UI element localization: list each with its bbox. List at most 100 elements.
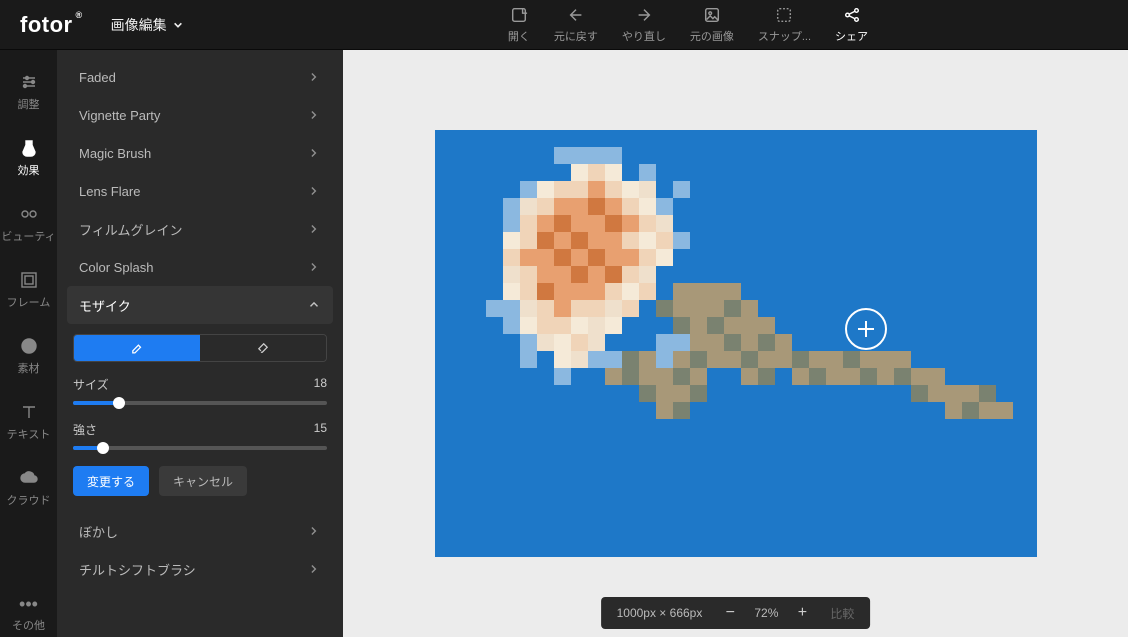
mosaic-block: [707, 317, 724, 334]
mosaic-block: [571, 164, 588, 181]
toolbar-open-button[interactable]: 開く: [508, 6, 530, 44]
mosaic-block: [605, 181, 622, 198]
rail-effects[interactable]: 効果: [0, 134, 57, 182]
compare-button[interactable]: 比較: [830, 605, 854, 622]
mosaic-block: [571, 249, 588, 266]
brush-icon: [130, 341, 144, 355]
mosaic-block: [724, 334, 741, 351]
frame-icon: [19, 270, 39, 290]
effect-row-3[interactable]: Lens Flare: [67, 172, 333, 210]
mosaic-block: [503, 249, 520, 266]
rail-adjust[interactable]: 調整: [0, 68, 57, 116]
toolbar-redo-button[interactable]: やり直し: [622, 6, 666, 44]
effect-row-6[interactable]: モザイク: [67, 286, 333, 324]
mosaic-block: [690, 300, 707, 317]
chevron-down-icon: [173, 20, 183, 30]
sticker-icon: [19, 336, 39, 356]
mosaic-block: [962, 385, 979, 402]
effect-row-4[interactable]: フィルムグレイン: [67, 210, 333, 248]
rail-text[interactable]: テキスト: [0, 398, 57, 446]
mosaic-block: [707, 334, 724, 351]
mosaic-block: [945, 385, 962, 402]
cloud-icon: [19, 468, 39, 488]
zoom-out-button[interactable]: −: [722, 604, 738, 622]
mosaic-block: [996, 402, 1013, 419]
cancel-button[interactable]: キャンセル: [159, 466, 247, 496]
mosaic-block: [911, 368, 928, 385]
effect-row-1[interactable]: Vignette Party: [67, 96, 333, 134]
mosaic-block: [639, 232, 656, 249]
toolbar-share-button[interactable]: シェア: [835, 6, 868, 44]
brush-erase-toggle[interactable]: [73, 334, 327, 362]
mosaic-block: [520, 232, 537, 249]
apply-button[interactable]: 変更する: [73, 466, 149, 496]
mosaic-block: [554, 266, 571, 283]
mosaic-block: [707, 351, 724, 368]
effect-row-8[interactable]: チルトシフトブラシ: [67, 550, 333, 588]
mosaic-block: [724, 317, 741, 334]
effect-row-2[interactable]: Magic Brush: [67, 134, 333, 172]
mosaic-block: [571, 351, 588, 368]
mosaic-block: [503, 283, 520, 300]
mosaic-block: [571, 317, 588, 334]
mosaic-block: [639, 368, 656, 385]
image-canvas[interactable]: [435, 130, 1037, 557]
original-icon: [703, 6, 721, 24]
toolbar-snap-button[interactable]: スナップ...: [758, 6, 811, 44]
mosaic-block: [520, 334, 537, 351]
mosaic-block: [860, 351, 877, 368]
mosaic-block: [503, 215, 520, 232]
mosaic-block: [520, 198, 537, 215]
canvas-area[interactable]: 1000px × 666px − 72% + 比較: [343, 50, 1128, 637]
eraser-icon: [256, 341, 270, 355]
effect-row-0[interactable]: Faded: [67, 58, 333, 96]
size-slider[interactable]: [73, 401, 327, 405]
mosaic-block: [656, 215, 673, 232]
rail-cloud[interactable]: クラウド: [0, 464, 57, 512]
mosaic-block: [673, 368, 690, 385]
mosaic-block: [554, 334, 571, 351]
image-dimensions: 1000px × 666px: [617, 606, 703, 620]
mosaic-block: [588, 300, 605, 317]
mosaic-block: [554, 232, 571, 249]
mosaic-block: [622, 300, 639, 317]
mosaic-block: [537, 215, 554, 232]
chevron-right-icon: [307, 562, 321, 576]
rail-beauty[interactable]: ビューティ: [0, 200, 57, 248]
rail-other[interactable]: •••その他: [0, 591, 57, 637]
rail-sticker[interactable]: 素材: [0, 332, 57, 380]
mosaic-block: [945, 402, 962, 419]
beauty-icon: [19, 204, 39, 224]
rail-frame[interactable]: フレーム: [0, 266, 57, 314]
effect-row-7[interactable]: ぼかし: [67, 512, 333, 550]
mosaic-block: [554, 368, 571, 385]
toolbar-original-button[interactable]: 元の画像: [690, 6, 734, 44]
mosaic-block: [758, 334, 775, 351]
effect-row-5[interactable]: Color Splash: [67, 248, 333, 286]
mosaic-block: [571, 334, 588, 351]
mosaic-block: [622, 283, 639, 300]
erase-tool-button[interactable]: [200, 335, 326, 361]
mosaic-block: [554, 283, 571, 300]
intensity-value: 15: [314, 421, 327, 438]
toolbar-undo-button[interactable]: 元に戻す: [554, 6, 598, 44]
mosaic-block: [741, 351, 758, 368]
mosaic-block: [520, 351, 537, 368]
mosaic-block: [826, 368, 843, 385]
mosaic-block: [656, 198, 673, 215]
brush-tool-button[interactable]: [74, 335, 200, 361]
mosaic-block: [656, 368, 673, 385]
mosaic-block: [690, 334, 707, 351]
mosaic-block: [979, 385, 996, 402]
mosaic-block: [656, 249, 673, 266]
mode-selector[interactable]: 画像編集: [111, 15, 183, 35]
zoom-in-button[interactable]: +: [794, 604, 810, 622]
mosaic-block: [486, 300, 503, 317]
mosaic-block: [843, 351, 860, 368]
chevron-right-icon: [307, 108, 321, 122]
effects-icon: [19, 138, 39, 158]
mosaic-block: [571, 147, 588, 164]
mosaic-block: [605, 351, 622, 368]
intensity-slider[interactable]: [73, 446, 327, 450]
mosaic-block: [673, 351, 690, 368]
